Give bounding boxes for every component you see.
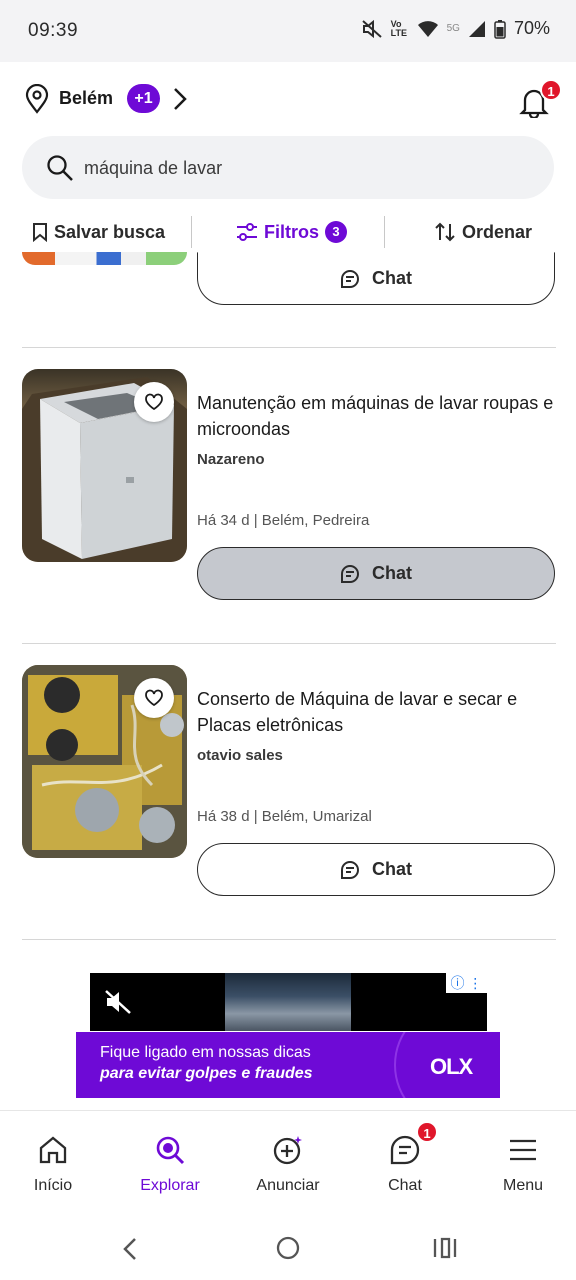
nav-chat[interactable]: 1 Chat [350, 1111, 460, 1211]
listing-meta: Há 34 d | Belém, Pedreira [197, 512, 370, 529]
bookmark-icon [33, 223, 47, 242]
listing-meta: Há 38 d | Belém, Umarizal [197, 808, 372, 825]
chat-bubble-icon [341, 269, 359, 288]
chat-button[interactable]: Chat [197, 843, 555, 896]
save-search-button[interactable]: Salvar busca [32, 212, 165, 252]
chat-button-label: Chat [372, 268, 412, 288]
listing-thumbnail[interactable] [22, 369, 187, 562]
home-icon [39, 1136, 67, 1164]
status-icons: Vo LTE 5G 70% [361, 18, 550, 39]
listing-thumbnail[interactable] [22, 665, 187, 858]
nav-explorar[interactable]: Explorar [115, 1111, 225, 1211]
sort-arrows-icon [435, 222, 455, 242]
heart-icon [145, 689, 163, 707]
nav-inicio[interactable]: Início [0, 1111, 108, 1211]
volte-icon: Vo LTE [390, 18, 407, 38]
nav-menu[interactable]: Menu [468, 1111, 576, 1211]
chat-bubble-icon [341, 860, 359, 879]
heart-icon [145, 393, 163, 411]
back-icon[interactable] [120, 1236, 140, 1262]
filters-count-badge: 3 [325, 221, 348, 243]
chat-bubble-icon [341, 564, 359, 583]
toolbar-divider [384, 216, 385, 248]
chat-button-label: Chat [372, 859, 412, 879]
listing-divider [22, 643, 556, 644]
chat-badge: 1 [416, 1121, 438, 1143]
ad-banner[interactable]: Fique ligado em nossas dicas para evitar… [76, 1032, 500, 1098]
olx-logo: OLX [430, 1054, 473, 1079]
ad-video-frame [225, 973, 351, 1031]
location-label: Belém [59, 88, 114, 108]
ad-line-1: Fique ligado em nossas dicas [100, 1044, 311, 1061]
favorite-button[interactable] [134, 678, 174, 718]
menu-icon [510, 1139, 536, 1161]
nav-label: Explorar [140, 1177, 200, 1194]
sliders-icon [237, 223, 257, 241]
nav-anunciar[interactable]: Anunciar [233, 1111, 343, 1211]
toolbar-divider [191, 216, 192, 248]
home-circle-icon[interactable] [276, 1236, 300, 1260]
battery-level: 70% [513, 18, 550, 38]
mute-icon [361, 19, 382, 38]
nav-label: Menu [502, 1177, 544, 1194]
chat-button-label: Chat [372, 563, 412, 583]
listing-divider [22, 347, 556, 348]
filters-button[interactable]: Filtros 3 [236, 212, 348, 252]
network-label: 5G [446, 23, 460, 34]
ad-info-badge[interactable]: ⓘ ⋮ [446, 973, 487, 993]
listing-title[interactable]: Conserto de Máquina de lavar e secar e P… [197, 686, 557, 738]
favorite-button[interactable] [134, 382, 174, 422]
search-icon [47, 155, 73, 181]
nav-label: Anunciar [256, 1177, 320, 1194]
explore-icon [156, 1136, 185, 1165]
save-search-label: Salvar busca [54, 221, 166, 242]
search-bar[interactable] [22, 136, 554, 199]
listing-seller: otavio sales [197, 747, 283, 764]
search-input[interactable] [84, 154, 524, 182]
notification-badge: 1 [540, 79, 562, 101]
ad-line-2: para evitar golpes e fraudes [100, 1065, 313, 1082]
chat-button[interactable]: Chat [197, 252, 555, 305]
sort-button[interactable]: Ordenar [434, 212, 532, 252]
add-ad-icon [273, 1136, 302, 1165]
sort-label: Ordenar [462, 221, 533, 242]
status-time: 09:39 [28, 20, 79, 41]
nav-label: Chat [388, 1177, 422, 1194]
listing-seller: Nazareno [197, 451, 265, 468]
system-navigation-bar [0, 1210, 576, 1280]
listing-thumbnail-partial[interactable] [22, 252, 187, 265]
chevron-right-icon[interactable] [171, 86, 189, 112]
battery-icon [494, 19, 506, 39]
listing-title[interactable]: Manutenção em máquinas de lavar roupas e… [197, 390, 557, 442]
status-bar: 09:39 Vo LTE 5G 70% [0, 0, 576, 62]
wifi-icon [417, 20, 438, 37]
recent-apps-icon[interactable] [432, 1237, 458, 1259]
extra-locations-badge: +1 [127, 84, 160, 113]
nav-label: Início [33, 1177, 73, 1194]
filters-label: Filtros [264, 221, 320, 242]
location-pin-icon [25, 84, 49, 114]
signal-icon [468, 20, 485, 37]
bottom-navigation: Início Explorar Anunciar 1 Chat Menu [0, 1110, 576, 1210]
muted-speaker-icon[interactable] [104, 989, 132, 1015]
chat-button[interactable]: Chat [197, 547, 555, 600]
ad-video[interactable]: ⓘ ⋮ [90, 973, 487, 1031]
listing-divider [22, 939, 556, 940]
